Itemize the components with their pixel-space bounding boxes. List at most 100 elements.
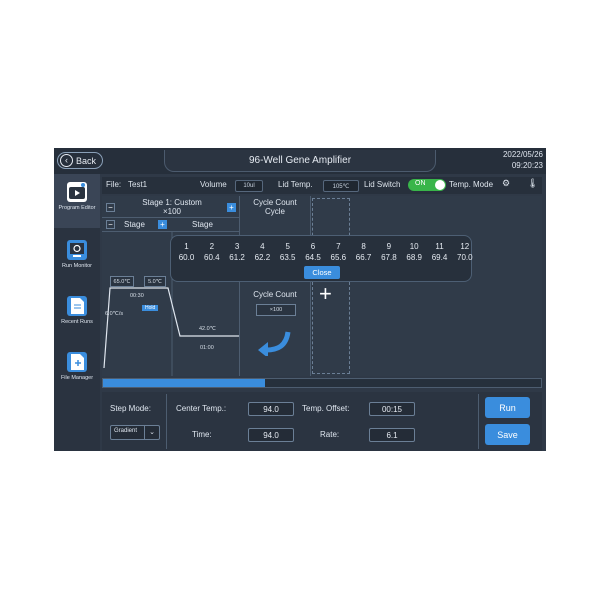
- program-editor-icon: [67, 182, 87, 202]
- well-number: 7: [336, 242, 341, 251]
- sidebar-item-file-manager[interactable]: File Manager: [54, 344, 100, 398]
- well-number: 2: [209, 242, 215, 251]
- well-number: 1: [184, 242, 189, 251]
- file-bar: File: Test1 Volume 10ul Lid Temp. 105℃ L…: [102, 177, 542, 194]
- time-field[interactable]: 94.0: [248, 428, 294, 442]
- recent-runs-icon: [67, 296, 87, 316]
- step1-temp-field[interactable]: 65.0℃: [110, 276, 134, 287]
- rate-field[interactable]: 6.1: [369, 428, 415, 442]
- sidebar-item-label: Program Editor: [58, 205, 96, 211]
- stage-subheader: − Stage + Stage: [102, 217, 239, 232]
- well-number: 11: [435, 242, 444, 251]
- step-settings-panel: Step Mode: Gradient ⌄ Center Temp.: 94.0…: [102, 392, 542, 451]
- step2-temp-field[interactable]: 5.0℃: [144, 276, 166, 287]
- add-stage-button[interactable]: +: [227, 203, 236, 212]
- step3-temp: 42.0℃: [199, 326, 216, 332]
- sidebar-item-label: Recent Runs: [61, 319, 93, 325]
- well-number: 4: [260, 242, 265, 251]
- well-number: 5: [285, 242, 290, 251]
- save-button[interactable]: Save: [485, 424, 530, 445]
- divider: [478, 394, 479, 449]
- stage1-repeat: ×100: [162, 207, 182, 216]
- cycle-label: Cycle: [264, 207, 285, 216]
- rate-label: Rate:: [320, 430, 340, 439]
- well-temperature: 66.7: [355, 253, 372, 262]
- well-number: 10: [409, 242, 419, 251]
- lid-switch-toggle[interactable]: ON: [408, 179, 446, 191]
- hold-tag: Hold: [142, 305, 159, 311]
- temp-mode-icon[interactable]: ⚙: [502, 178, 510, 189]
- well-number: 8: [361, 242, 366, 251]
- stage1-column: − Stage 1: Custom ×100 + − Stage + Stage…: [102, 196, 240, 376]
- temp-offset-label: Temp. Offset:: [302, 404, 350, 413]
- datetime: 2022/05/26 09:20:23: [503, 149, 543, 171]
- add-step-button[interactable]: +: [158, 220, 167, 229]
- lid-temp-field[interactable]: 105℃: [323, 180, 359, 192]
- run-button[interactable]: Run: [485, 397, 530, 418]
- program-scrollbar[interactable]: [102, 378, 542, 388]
- step-mode-select[interactable]: Gradient ⌄: [110, 425, 160, 440]
- close-button[interactable]: Close: [304, 266, 340, 279]
- well-number: 12: [460, 242, 470, 251]
- run-monitor-icon: [67, 240, 87, 260]
- collapse-stage-button[interactable]: −: [106, 203, 115, 212]
- sidebar-item-label: Run Monitor: [62, 263, 92, 269]
- well-temperature: 60.0: [178, 253, 195, 262]
- program-scrollbar-thumb[interactable]: [103, 379, 266, 387]
- well-temperature: 63.5: [279, 253, 296, 262]
- well-temperature: 61.2: [229, 253, 245, 262]
- volume-field[interactable]: 10ul: [235, 180, 263, 192]
- file-name: Test1: [128, 180, 148, 189]
- center-temp-field[interactable]: 94.0: [248, 402, 294, 416]
- cycle-count-label: Cycle Count: [253, 198, 297, 207]
- back-button[interactable]: ‹ Back: [57, 152, 103, 169]
- cycle-count-field[interactable]: ×100: [256, 304, 296, 316]
- app-window: ‹ Back 96-Well Gene Amplifier 2022/05/26…: [54, 148, 546, 451]
- well-temperature: 60.4: [204, 253, 220, 262]
- back-arrow-icon: ‹: [60, 154, 73, 167]
- sidebar-item-recent-runs[interactable]: Recent Runs: [54, 288, 100, 342]
- well-temperature: 65.6: [330, 253, 347, 262]
- lid-temp-label: Lid Temp.: [278, 180, 313, 189]
- sidebar: Program Editor Run Monitor Recent Runs F…: [54, 174, 100, 451]
- gradient-temperature-popup: 1 60.0 2 60.4 3 61.2 4 62.2 5 63.5 6 64.5 7 65.6 8 66.7…: [170, 235, 473, 282]
- top-bar: ‹ Back 96-Well Gene Amplifier 2022/05/26…: [54, 148, 546, 174]
- page-title: 96-Well Gene Amplifier: [164, 150, 436, 172]
- sidebar-item-run-monitor[interactable]: Run Monitor: [54, 232, 100, 286]
- step3-time: 01:00: [200, 345, 214, 351]
- well-number: 9: [386, 242, 392, 251]
- step-mode-label: Step Mode:: [110, 404, 151, 413]
- divider: [166, 394, 167, 449]
- well-temperature: 62.2: [254, 253, 271, 262]
- stage1-header: Stage 1: Custom ×100: [127, 198, 217, 216]
- file-manager-icon: [67, 352, 87, 372]
- sidebar-item-program-editor[interactable]: Program Editor: [54, 174, 100, 228]
- loop-back-arrow-icon[interactable]: [256, 330, 292, 356]
- ramp-rate: 6.0℃/s: [105, 311, 124, 317]
- cycle-header: Cycle Count Cycle: [240, 198, 310, 216]
- well-number: 3: [234, 242, 240, 251]
- step1-time: 00:30: [130, 293, 144, 299]
- well-temperature: 69.4: [431, 253, 448, 262]
- page-title-text: 96-Well Gene Amplifier: [248, 155, 352, 166]
- center-temp-label: Center Temp.:: [176, 404, 227, 413]
- volume-label: Volume: [200, 180, 227, 189]
- remove-step-button[interactable]: −: [106, 220, 115, 229]
- well-temperature: 68.9: [406, 253, 422, 262]
- lid-switch-state: ON: [415, 180, 426, 187]
- temp-mode-label: Temp. Mode: [449, 180, 494, 189]
- cycle-count-label-2: Cycle Count: [253, 290, 297, 299]
- add-step-slot[interactable]: +: [312, 198, 350, 374]
- cycle-column: Cycle Count Cycle Cycle Count ×100: [240, 196, 311, 376]
- lid-switch-label: Lid Switch: [364, 180, 401, 189]
- well-number: 6: [310, 242, 316, 251]
- stage-label: Stage: [192, 220, 213, 229]
- temp-offset-field[interactable]: 00:15: [369, 402, 415, 416]
- well-temperature: 70.0: [457, 253, 473, 262]
- step-mode-value: Gradient: [114, 428, 138, 434]
- chevron-down-icon: ⌄: [144, 426, 159, 439]
- thermometer-icon: 🌡: [527, 178, 539, 188]
- program-editor-area: − Stage 1: Custom ×100 + − Stage + Stage…: [102, 196, 542, 376]
- toggle-knob: [435, 180, 445, 190]
- date-text: 2022/05/26: [502, 150, 543, 159]
